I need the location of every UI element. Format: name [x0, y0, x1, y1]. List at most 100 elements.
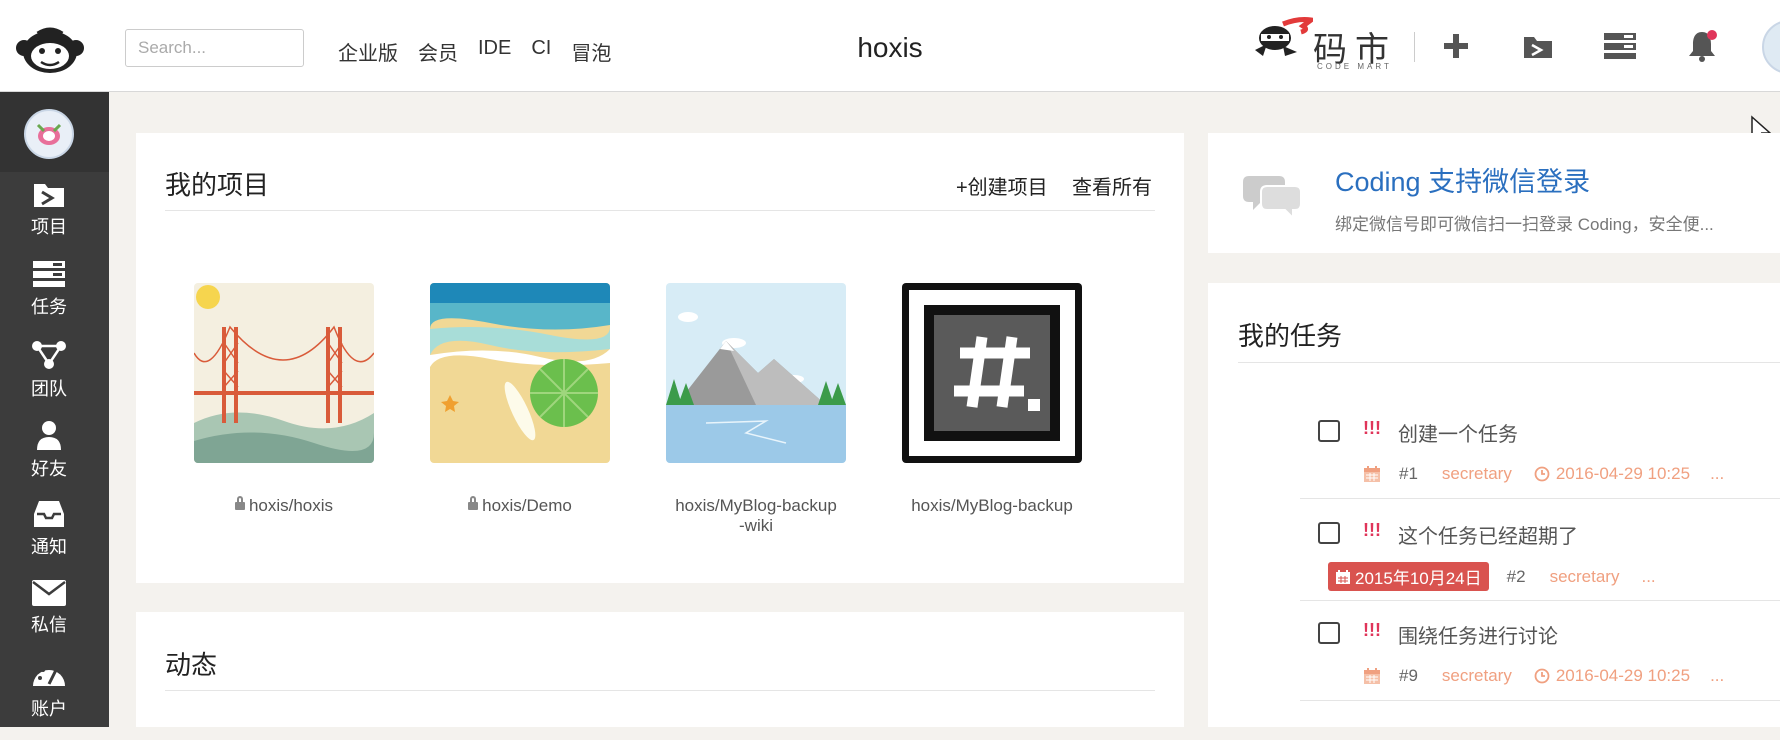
nav-bubble-link[interactable]: 冒泡	[571, 37, 611, 66]
sidebar-item-label: 好友	[31, 459, 67, 479]
project-name-line2: -wiki	[739, 516, 773, 535]
project-name-line1: hoxis/MyBlog-backup	[675, 496, 837, 515]
sidebar-item-label: 通知	[31, 537, 67, 557]
calendar-icon	[1336, 569, 1350, 584]
project-name: hoxis/MyBlog-backup	[911, 496, 1073, 515]
task-divider	[1300, 700, 1780, 701]
lock-icon	[468, 496, 479, 510]
task-time: 2016-04-29 10:25	[1555, 464, 1691, 483]
team-icon	[32, 341, 66, 369]
announcement-title[interactable]: Coding 支持微信登录	[1335, 160, 1590, 199]
nav-ci-link[interactable]: CI	[531, 37, 551, 66]
bell-icon[interactable]	[1682, 26, 1722, 66]
project-item[interactable]: hoxis/MyBlog-backup -wiki	[666, 283, 846, 536]
projects-divider	[165, 210, 1155, 211]
task-number: #2	[1506, 566, 1526, 586]
sidebar-item-messages[interactable]: 私信	[0, 580, 98, 660]
sidebar-item-team[interactable]: 团队	[0, 340, 98, 420]
task-title[interactable]: 这个任务已经超期了	[1398, 520, 1578, 549]
sidebar-item-label: 账户	[31, 699, 67, 719]
sidebar-item-label: 项目	[31, 217, 67, 237]
search-input[interactable]	[125, 29, 304, 67]
task-more[interactable]: ...	[1641, 567, 1655, 587]
projects-title: 我的项目	[165, 170, 270, 200]
sidebar-item-account[interactable]: 账户	[0, 660, 98, 740]
task-divider	[1300, 498, 1780, 499]
calendar-icon[interactable]	[1363, 465, 1381, 483]
task-title[interactable]: 围绕任务进行讨论	[1398, 620, 1558, 649]
task-checkbox[interactable]	[1318, 522, 1340, 544]
sidebar-item-label: 私信	[31, 615, 67, 635]
nav-enterprise-link[interactable]: 企业版	[338, 37, 398, 66]
page-title: hoxis	[857, 32, 923, 63]
sidebar-item-label: 任务	[31, 297, 67, 317]
folder-icon[interactable]	[1518, 26, 1558, 66]
nav-member-link[interactable]: 会员	[418, 37, 458, 66]
task-owner[interactable]: secretary	[1442, 666, 1512, 686]
sidebar-item-tasks[interactable]: 任务	[0, 260, 98, 340]
sidebar-item-notifications[interactable]: 通知	[0, 500, 98, 580]
header-divider	[1414, 32, 1415, 62]
sidebar-item-projects[interactable]: 项目	[0, 180, 98, 260]
bridge-thumbnail	[193, 283, 375, 463]
lock-icon	[234, 496, 245, 510]
codemart-logo[interactable]: 码市 CODE MART	[1253, 14, 1398, 76]
beach-thumbnail	[430, 283, 610, 463]
dashboard-icon	[33, 665, 65, 686]
task-more[interactable]: ...	[1710, 464, 1724, 484]
activity-title: 动态	[165, 650, 218, 680]
priority-icon: !!!	[1363, 418, 1381, 438]
task-number: #1	[1399, 464, 1418, 483]
tasks-title: 我的任务	[1238, 321, 1343, 351]
task-divider	[1300, 600, 1780, 601]
plus-icon[interactable]	[1436, 26, 1476, 66]
create-project-link[interactable]: +创建项目	[956, 171, 1048, 200]
task-list-icon	[33, 261, 65, 287]
friend-icon	[37, 421, 61, 450]
tasks-title-divider	[1238, 362, 1780, 363]
project-item[interactable]: hoxis/hoxis	[193, 283, 375, 516]
project-folder-icon	[34, 184, 64, 207]
clock-icon	[1534, 668, 1550, 684]
project-item[interactable]: hoxis/MyBlog-backup	[895, 276, 1089, 516]
task-checkbox[interactable]	[1318, 622, 1340, 644]
calendar-icon[interactable]	[1363, 667, 1381, 685]
overdue-badge[interactable]: 2015年10月24日	[1328, 562, 1489, 591]
project-name: hoxis/Demo	[482, 496, 572, 515]
task-more[interactable]: ...	[1710, 666, 1724, 686]
task-checkbox[interactable]	[1318, 420, 1340, 442]
mountain-lake-thumbnail	[666, 283, 846, 463]
sidebar: 项目 任务 团队 好友 通知 私信 账户	[0, 92, 109, 727]
project-item[interactable]: hoxis/Demo	[430, 283, 610, 516]
top-nav: 企业版 会员 IDE CI 冒泡	[338, 37, 611, 66]
task-owner[interactable]: secretary	[1442, 464, 1512, 484]
task-owner[interactable]: secretary	[1550, 567, 1620, 587]
task-time: 2016-04-29 10:25	[1555, 666, 1691, 685]
view-all-projects-link[interactable]: 查看所有	[1072, 171, 1152, 200]
sidebar-item-friends[interactable]: 好友	[0, 420, 98, 500]
top-bar: 企业版 会员 IDE CI 冒泡 hoxis 码市 CODE MART	[0, 0, 1780, 92]
announcement-text: 绑定微信号即可微信扫一扫登录 Coding，安全便...	[1335, 215, 1714, 234]
user-avatar[interactable]	[1762, 20, 1780, 74]
priority-icon: !!!	[1363, 620, 1381, 640]
due-date: 2015年10月24日	[1355, 569, 1482, 588]
tasks-icon[interactable]	[1600, 26, 1640, 66]
monkey-logo-icon[interactable]	[16, 22, 84, 74]
activity-divider	[165, 690, 1155, 691]
chat-bubbles-icon	[1243, 176, 1301, 218]
inbox-icon	[34, 501, 64, 527]
nav-ide-link[interactable]: IDE	[478, 37, 511, 66]
sidebar-avatar[interactable]	[24, 109, 74, 159]
envelope-icon	[32, 580, 66, 606]
task-item[interactable]: !!! 创建一个任务 #1 secretary 2016-04-29 10:25…	[1303, 406, 1780, 509]
task-item[interactable]: !!! 围绕任务进行讨论 #9 secretary 2016-04-29 10:…	[1303, 608, 1780, 711]
priority-icon: !!!	[1363, 520, 1381, 540]
task-number: #9	[1399, 666, 1418, 685]
sidebar-item-label: 团队	[31, 379, 67, 399]
activity-card	[136, 612, 1184, 727]
ninja-icon	[1255, 17, 1313, 56]
project-name: hoxis/hoxis	[248, 496, 334, 515]
task-item[interactable]: !!! 这个任务已经超期了 2015年10月24日 #2 secretary .…	[1303, 508, 1780, 611]
clock-icon	[1534, 466, 1550, 482]
task-title[interactable]: 创建一个任务	[1398, 418, 1518, 447]
